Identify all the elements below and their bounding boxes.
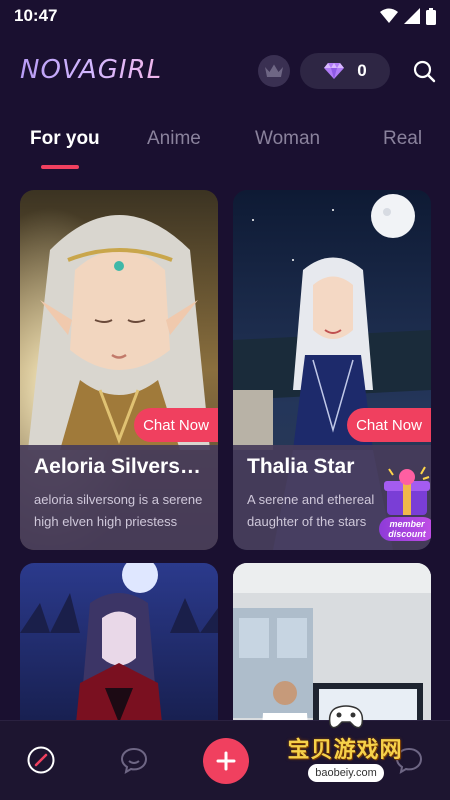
compass-icon	[27, 746, 55, 774]
character-card[interactable]: Chat Now Aeloria Silvers… aeloria silver…	[20, 190, 218, 550]
app-logo: NOVAGIRL	[20, 55, 163, 85]
search-button[interactable]	[410, 57, 438, 85]
chat-now-button[interactable]: Chat Now	[347, 408, 431, 442]
crown-icon	[265, 64, 283, 77]
member-discount-badge[interactable]: member discount	[379, 465, 431, 543]
character-description: aeloria silversong is a serene high elve…	[34, 492, 203, 529]
character-card[interactable]: Chat Now Thalia Star A serene and ethere…	[233, 190, 431, 550]
character-description: A serene and ethereal daughter of the st…	[247, 492, 375, 529]
site-watermark: 宝贝游戏网 baobeiy.com	[270, 704, 450, 800]
gem-count: 0	[357, 61, 367, 80]
gem-balance-button[interactable]: 0	[300, 53, 390, 89]
vip-crown-button[interactable]	[258, 55, 290, 87]
tab-anime[interactable]: Anime	[147, 128, 201, 150]
tab-woman[interactable]: Woman	[255, 128, 320, 150]
watermark-text: 宝贝游戏网	[287, 737, 403, 762]
category-tabs: For you Anime Woman Real	[0, 122, 450, 172]
card-info: Aeloria Silvers… aeloria silversong is a…	[20, 445, 218, 550]
create-button[interactable]	[203, 738, 249, 784]
chat-now-button[interactable]: Chat Now	[134, 408, 218, 442]
watermark-url: baobeiy.com	[308, 764, 384, 782]
search-icon	[413, 60, 436, 83]
gamepad-icon	[328, 705, 364, 729]
tab-for-you[interactable]: For you	[30, 128, 100, 150]
diamond-icon	[324, 63, 345, 79]
gift-box-icon	[384, 466, 430, 515]
nav-explore[interactable]	[24, 743, 58, 777]
nav-chats[interactable]	[117, 743, 151, 777]
active-tab-indicator	[41, 165, 79, 169]
status-time: 10:47	[14, 6, 58, 25]
status-icons	[380, 7, 436, 25]
battery-icon	[426, 7, 436, 25]
wifi-icon	[380, 8, 398, 23]
status-bar: 10:47	[0, 0, 450, 32]
plus-icon	[216, 751, 236, 771]
member-discount-label: member discount	[379, 517, 431, 541]
chat-bubble-icon	[120, 747, 148, 775]
app-header: NOVAGIRL 0	[0, 45, 450, 97]
character-name: Aeloria Silvers…	[34, 455, 201, 478]
tab-real[interactable]: Real	[383, 128, 422, 150]
signal-icon	[404, 8, 420, 24]
